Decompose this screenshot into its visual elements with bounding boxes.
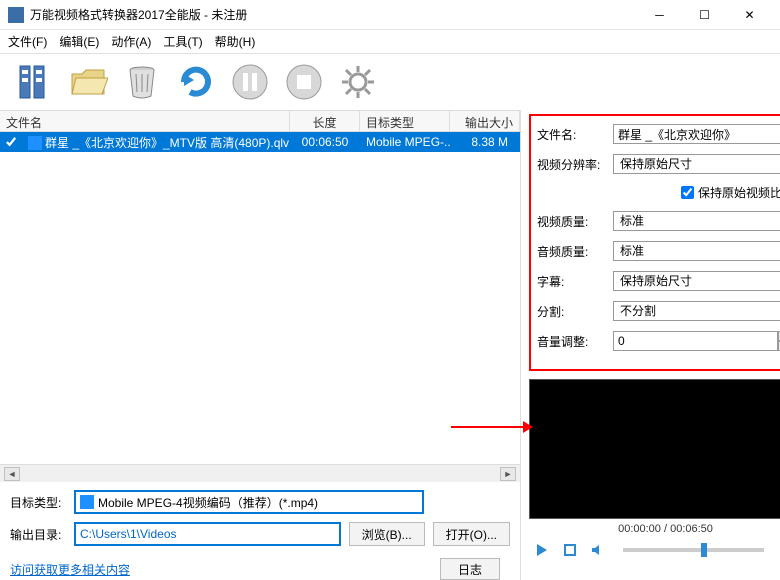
subtitle-label: 字幕: <box>537 273 607 290</box>
settings-icon[interactable] <box>334 58 382 106</box>
stop-icon[interactable] <box>280 58 328 106</box>
log-button[interactable]: 日志 <box>440 558 500 580</box>
volume-input[interactable] <box>613 331 778 351</box>
sound-icon[interactable] <box>589 541 607 559</box>
output-dir-label: 输出目录: <box>10 526 66 543</box>
volume-label: 音量调整: <box>537 333 607 350</box>
menu-edit[interactable]: 编辑(E) <box>59 33 99 50</box>
properties-panel: 文件名: 视频分辨率: 保持原始尺寸 保持原始视频比率 视频质量: 标准 音频质… <box>529 114 780 371</box>
menu-action[interactable]: 动作(A) <box>111 33 151 50</box>
seek-thumb[interactable] <box>701 543 707 557</box>
left-pane: 文件名 长度 目标类型 输出大小 群星 _《北京欢迎你》_MTV版 高清(480… <box>0 110 521 580</box>
scroll-right-icon[interactable]: ► <box>500 467 516 481</box>
row-length: 00:06:50 <box>290 133 360 151</box>
row-filename: 群星 _《北京欢迎你》_MTV版 高清(480P).qlv <box>45 136 289 150</box>
split-label: 分割: <box>537 303 607 320</box>
split-select[interactable]: 不分割 <box>613 301 780 321</box>
toolbar <box>0 54 780 110</box>
col-filename[interactable]: 文件名 <box>0 111 290 131</box>
titlebar: 万能视频格式转换器2017全能版 - 未注册 ─ ☐ ✕ <box>0 0 780 30</box>
time-display: 00:00:00 / 00:06:50 <box>529 523 780 535</box>
open-folder-icon[interactable] <box>64 58 112 106</box>
row-checkbox[interactable] <box>4 135 18 149</box>
filename-label: 文件名: <box>537 126 607 143</box>
audio-quality-label: 音频质量: <box>537 243 607 260</box>
app-icon <box>8 7 24 23</box>
table-row[interactable]: 群星 _《北京欢迎你》_MTV版 高清(480P).qlv 00:06:50 M… <box>0 132 520 152</box>
seek-slider[interactable] <box>623 548 764 552</box>
resolution-select[interactable]: 保持原始尺寸 <box>613 154 780 174</box>
annotation-arrowhead <box>523 421 533 433</box>
output-dir-input[interactable] <box>74 522 341 546</box>
scroll-left-icon[interactable]: ◄ <box>4 467 20 481</box>
right-pane: 文件名: 视频分辨率: 保持原始尺寸 保持原始视频比率 视频质量: 标准 音频质… <box>521 110 780 580</box>
resolution-label: 视频分辨率: <box>537 156 607 173</box>
h-scrollbar[interactable]: ◄ ► <box>0 464 520 482</box>
filename-input[interactable] <box>613 124 780 144</box>
video-quality-select[interactable]: 标准 <box>613 211 780 231</box>
stop-small-icon[interactable] <box>561 541 579 559</box>
target-type-label: 目标类型: <box>10 494 66 511</box>
row-format: Mobile MPEG-... <box>360 133 450 151</box>
col-format[interactable]: 目标类型 <box>360 111 450 131</box>
file-icon <box>28 136 42 150</box>
menu-help[interactable]: 帮助(H) <box>215 33 256 50</box>
preview-panel: 00:00:00 / 00:06:50 <box>529 379 780 574</box>
menu-tool[interactable]: 工具(T) <box>163 33 202 50</box>
open-button[interactable]: 打开(O)... <box>433 522 510 546</box>
video-preview[interactable] <box>529 379 780 519</box>
minimize-button[interactable]: ─ <box>637 1 682 29</box>
subtitle-select[interactable]: 保持原始尺寸 <box>613 271 780 291</box>
audio-quality-select[interactable]: 标准 <box>613 241 780 261</box>
list-header: 文件名 长度 目标类型 输出大小 <box>0 110 520 132</box>
row-size: 8.38 M <box>450 133 514 151</box>
target-type-select[interactable]: Mobile MPEG-4视频编码（推荐）(*.mp4) <box>74 490 424 514</box>
keep-ratio-checkbox[interactable] <box>681 186 694 199</box>
more-content-link[interactable]: 访问获取更多相关内容 <box>10 561 440 578</box>
menu-file[interactable]: 文件(F) <box>8 33 47 50</box>
window-title: 万能视频格式转换器2017全能版 - 未注册 <box>30 6 637 23</box>
file-list[interactable]: 群星 _《北京欢迎你》_MTV版 高清(480P).qlv 00:06:50 M… <box>0 132 520 464</box>
menubar: 文件(F) 编辑(E) 动作(A) 工具(T) 帮助(H) <box>0 30 780 54</box>
add-file-icon[interactable] <box>10 58 58 106</box>
target-type-value: Mobile MPEG-4视频编码（推荐）(*.mp4) <box>98 494 318 511</box>
col-length[interactable]: 长度 <box>290 111 360 131</box>
browse-button[interactable]: 浏览(B)... <box>349 522 425 546</box>
pause-icon[interactable] <box>226 58 274 106</box>
video-quality-label: 视频质量: <box>537 213 607 230</box>
convert-icon[interactable] <box>172 58 220 106</box>
format-icon <box>80 495 94 509</box>
close-button[interactable]: ✕ <box>727 1 772 29</box>
play-icon[interactable] <box>533 541 551 559</box>
maximize-button[interactable]: ☐ <box>682 1 727 29</box>
delete-icon[interactable] <box>118 58 166 106</box>
transport-bar <box>529 539 780 561</box>
annotation-arrow <box>451 426 531 428</box>
col-size[interactable]: 输出大小 <box>450 111 520 131</box>
keep-ratio-label: 保持原始视频比率 <box>698 184 780 201</box>
